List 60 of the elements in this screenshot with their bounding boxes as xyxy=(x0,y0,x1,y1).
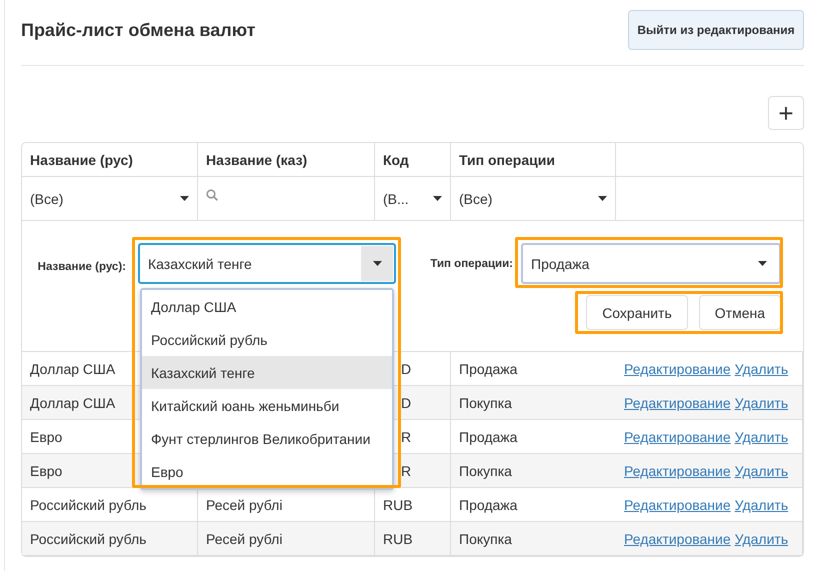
add-button[interactable]: + xyxy=(768,96,804,130)
table-cell: Евро xyxy=(30,428,62,444)
table-cell: Продажа xyxy=(459,496,518,512)
edit-link[interactable]: Редактирование xyxy=(624,428,731,444)
edit-link[interactable]: Редактирование xyxy=(624,462,731,478)
table-cell: D xyxy=(401,360,412,376)
caret-icon xyxy=(758,261,766,266)
edit-link[interactable]: Редактирование xyxy=(624,394,731,410)
dropdown-option[interactable]: Казахский тенге xyxy=(142,356,392,389)
table-cell: Ресей рублі xyxy=(206,496,282,512)
table-cell: Российский рубль xyxy=(30,530,146,546)
delete-link[interactable]: Удалить xyxy=(734,530,788,546)
table-cell: Покупка xyxy=(459,462,512,478)
dropdown-option[interactable]: Доллар США xyxy=(142,290,392,323)
filter-dropdown[interactable]: (В... xyxy=(383,190,442,206)
delete-link[interactable]: Удалить xyxy=(734,428,788,444)
page-title: Прайс-лист обмена валют xyxy=(21,20,256,40)
table-cell: Российский рубль xyxy=(30,496,146,512)
table-cell: R xyxy=(401,462,412,478)
column-header: Код xyxy=(383,152,409,168)
dropdown-option[interactable]: Фунт стерлингов Великобритании xyxy=(142,422,392,455)
search-icon[interactable] xyxy=(206,188,218,200)
operation-select[interactable]: Продажа xyxy=(521,243,781,284)
dropdown-option[interactable]: Китайский юань женьминьби xyxy=(142,389,392,422)
dropdown-option[interactable]: Российский рубль xyxy=(142,323,392,356)
delete-link[interactable]: Удалить xyxy=(734,462,788,478)
table-cell: Покупка xyxy=(459,394,512,410)
table-cell: D xyxy=(401,394,412,410)
table-cell: Продажа xyxy=(459,360,518,376)
edit-link[interactable]: Редактирование xyxy=(624,360,731,376)
table-cell: Покупка xyxy=(459,530,512,546)
edit-link[interactable]: Редактирование xyxy=(624,530,731,546)
column-header: Название (рус) xyxy=(30,152,133,168)
table-cell: Ресей рублі xyxy=(206,530,282,546)
dropdown-option[interactable]: Евро xyxy=(142,455,392,488)
table-cell: RUB xyxy=(383,530,413,546)
column-header: Название (каз) xyxy=(206,152,308,168)
cancel-button[interactable]: Отмена xyxy=(698,295,781,330)
table-cell: Доллар США xyxy=(30,394,116,410)
table-cell: Евро xyxy=(30,462,62,478)
caret-icon xyxy=(598,196,607,201)
field-label: Название (рус): xyxy=(38,261,126,273)
table-cell: Доллар США xyxy=(30,360,116,376)
caret-icon xyxy=(372,261,382,266)
table-cell: RUB xyxy=(383,496,413,512)
edit-link[interactable]: Редактирование xyxy=(624,496,731,512)
delete-link[interactable]: Удалить xyxy=(734,394,788,410)
caret-icon xyxy=(433,196,442,201)
table-cell: Продажа xyxy=(459,428,518,444)
field-label: Тип операции: xyxy=(430,258,513,270)
save-button[interactable]: Сохранить xyxy=(586,295,688,330)
exit-edit-button[interactable]: Выйти из редактирования xyxy=(628,10,804,50)
delete-link[interactable]: Удалить xyxy=(734,496,788,512)
table-cell: R xyxy=(401,428,412,444)
filter-dropdown[interactable]: (Все) xyxy=(459,190,607,206)
currency-select[interactable]: Казахский тенге xyxy=(138,243,396,284)
caret-icon xyxy=(180,196,189,201)
filter-dropdown[interactable]: (Все) xyxy=(30,190,189,206)
column-header: Тип операции xyxy=(459,152,555,168)
delete-link[interactable]: Удалить xyxy=(734,360,788,376)
